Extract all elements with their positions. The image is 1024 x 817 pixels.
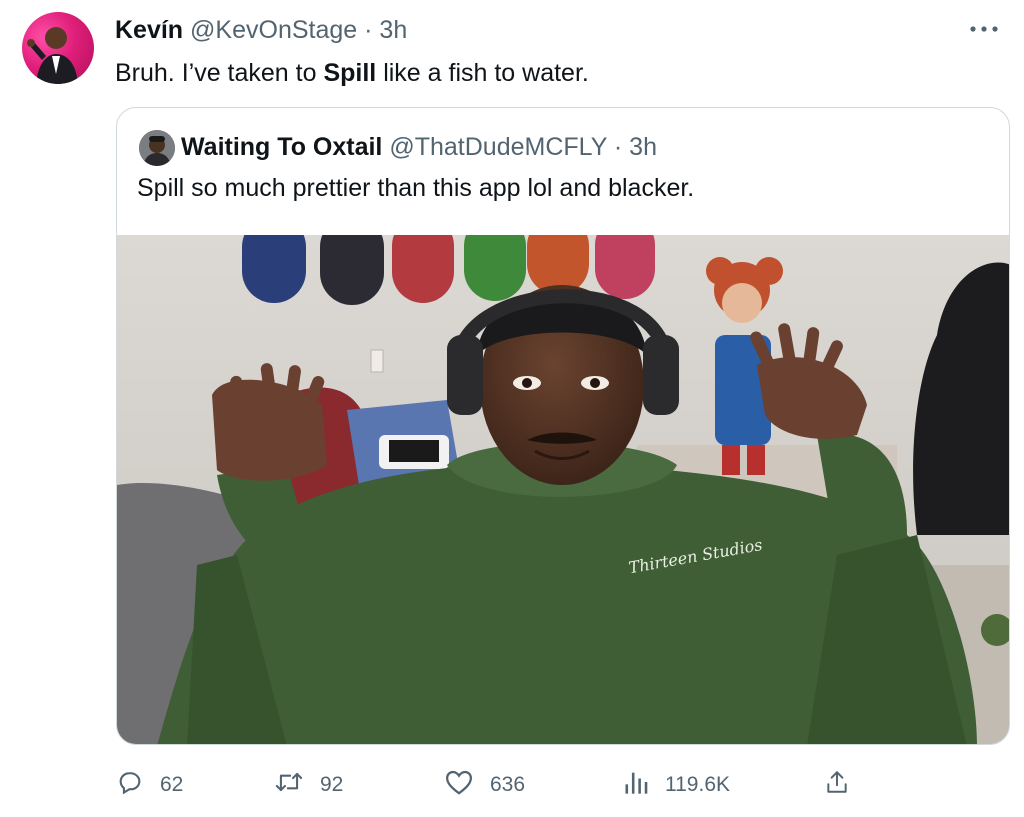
retweet-button[interactable]: 92 xyxy=(274,765,343,805)
quoted-author-avatar[interactable] xyxy=(139,130,175,166)
quoted-separator-dot: · xyxy=(613,133,623,161)
more-horizontal-icon xyxy=(969,20,999,38)
retweet-count: 92 xyxy=(320,773,344,796)
views-count: 119.6K xyxy=(665,773,730,796)
quoted-author-handle[interactable]: @ThatDudeMCFLY xyxy=(389,133,607,161)
like-count: 636 xyxy=(490,773,526,796)
author-name[interactable]: Kevín xyxy=(115,16,183,44)
tweet-text-end: like a fish to water. xyxy=(376,59,589,87)
tweet-text: Bruh. I’ve taken to Spill like a fish to… xyxy=(115,56,589,90)
quoted-tweet-text: Spill so much prettier than this app lol… xyxy=(137,174,695,202)
tweet-time[interactable]: 3h xyxy=(379,16,407,44)
separator-dot: · xyxy=(364,16,373,44)
share-button[interactable] xyxy=(824,765,850,805)
tweet-text-start: Bruh. I’ve taken to xyxy=(115,59,324,87)
share-icon xyxy=(824,768,850,802)
quoted-tweet-card[interactable]: Waiting To Oxtail @ThatDudeMCFLY · 3h Sp… xyxy=(116,107,1010,745)
like-button[interactable]: 636 xyxy=(444,765,525,805)
tweet-text-bold: Spill xyxy=(323,59,377,87)
quoted-tweet-time[interactable]: 3h xyxy=(629,133,657,161)
views-button[interactable]: 119.6K xyxy=(623,765,730,805)
reply-count: 62 xyxy=(160,773,184,796)
retweet-icon xyxy=(274,768,320,802)
quoted-tweet-image[interactable]: Thirteen Studios xyxy=(117,215,1009,744)
tweet-action-bar: 62 92 636 119.6K xyxy=(116,765,876,805)
more-options-button[interactable] xyxy=(966,14,1002,44)
quoted-tweet-header: Waiting To Oxtail @ThatDudeMCFLY · 3h xyxy=(181,130,657,164)
reply-button[interactable]: 62 xyxy=(116,765,183,805)
author-avatar[interactable] xyxy=(22,12,94,84)
heart-icon xyxy=(444,768,490,802)
author-handle[interactable]: @KevOnStage xyxy=(190,16,357,44)
tweet-header: Kevín @KevOnStage · 3h xyxy=(115,14,407,46)
quoted-author-name[interactable]: Waiting To Oxtail xyxy=(181,133,382,161)
reply-icon xyxy=(116,768,160,802)
bar-chart-icon xyxy=(623,768,665,802)
